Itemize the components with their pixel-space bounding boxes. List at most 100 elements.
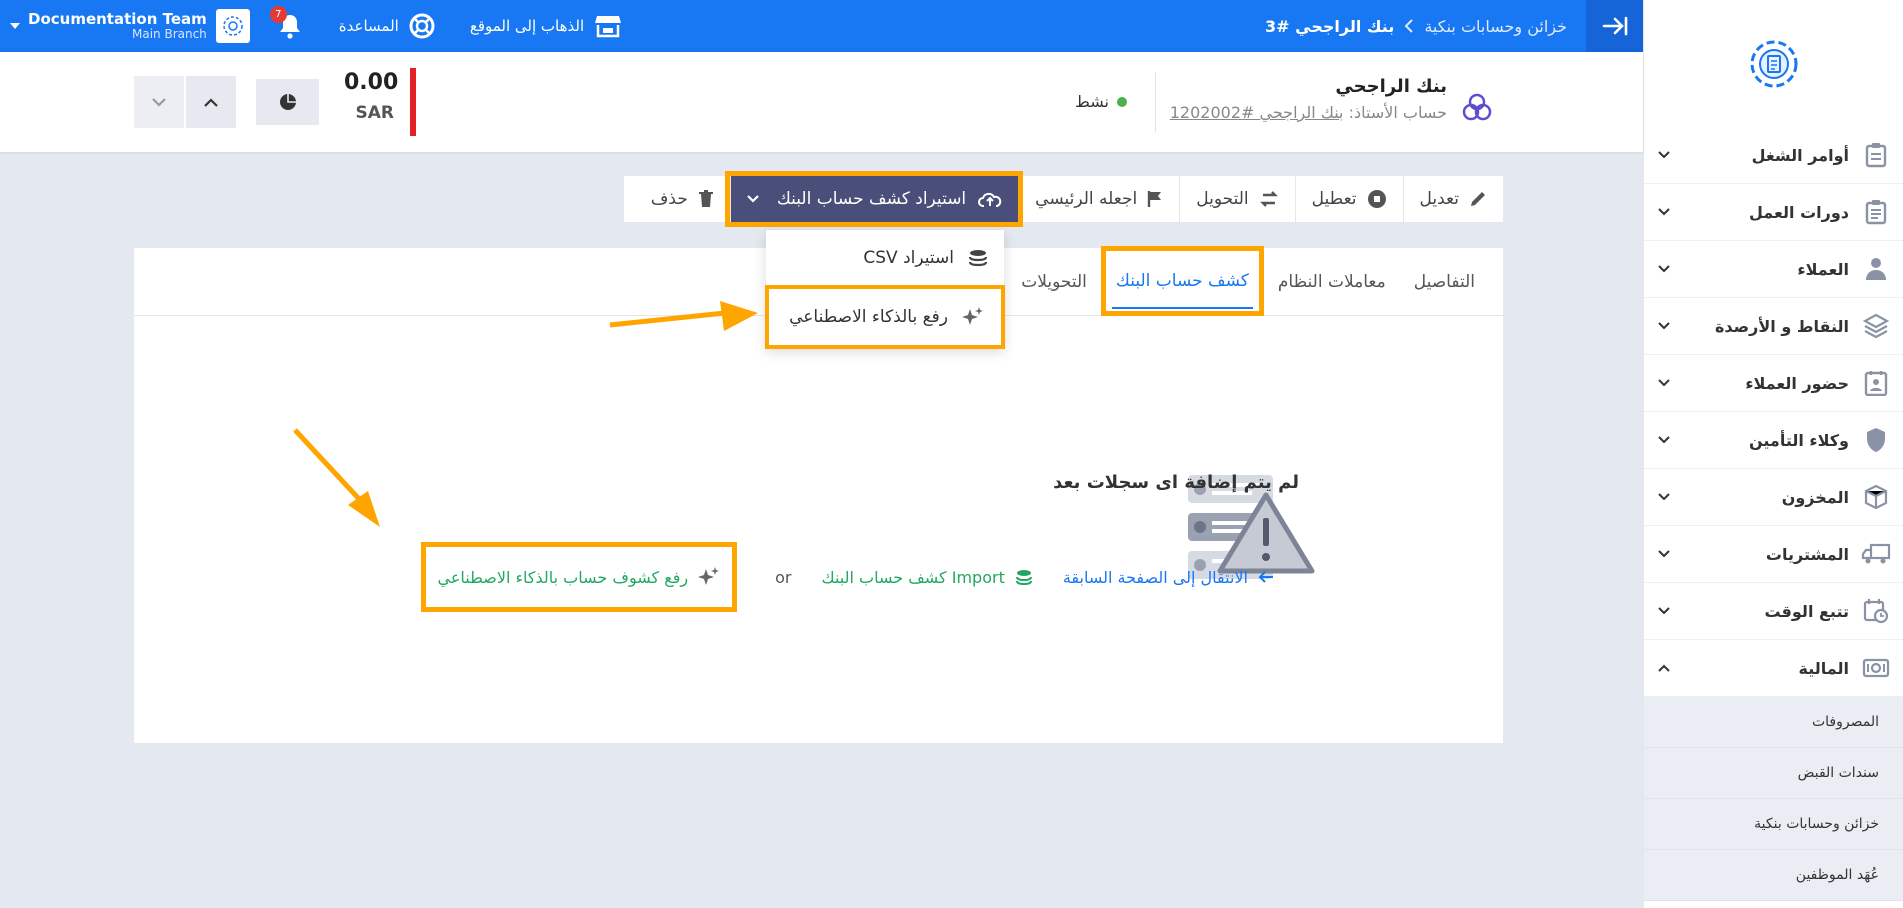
help-label: المساعدة — [338, 17, 399, 35]
sidebar-subitem-employee-custody[interactable]: عُهَد الموظفين — [1644, 850, 1903, 901]
arrow-right-icon — [1602, 16, 1627, 36]
help-link[interactable]: المساعدة — [339, 13, 435, 39]
sidebar-item-label: دورات العمل — [1748, 202, 1849, 222]
chevron-left-icon — [1404, 19, 1414, 33]
chevron-down-icon — [1658, 208, 1670, 216]
top-bar-actions: Documentation Team Main Branch 7 المساعد… — [0, 0, 622, 52]
notification-count-badge: 7 — [269, 6, 287, 23]
disable-label: تعطيل — [1311, 189, 1357, 209]
status-dot — [1116, 96, 1127, 107]
notifications-button[interactable]: 7 — [269, 6, 304, 40]
chevron-down-icon — [1658, 379, 1670, 387]
team-name: Documentation Team — [28, 9, 207, 28]
previous-record-button[interactable] — [186, 76, 236, 128]
sidebar-item-work-orders[interactable]: أوامر الشغل — [1644, 127, 1903, 184]
sidebar-item-finance[interactable]: المالية — [1644, 640, 1903, 697]
sidebar-item-workflows[interactable]: دورات العمل — [1644, 184, 1903, 241]
sidebar-item-clients[interactable]: العملاء — [1644, 241, 1903, 298]
sidebar-subitem-treasuries[interactable]: خزائن وحسابات بنكية — [1644, 799, 1903, 850]
empty-state-title: لم يتم إضافة اى سجلات بعد — [1053, 472, 1299, 493]
sidebar-item-attendance[interactable]: حضور العملاء — [1644, 355, 1903, 412]
store-icon — [595, 16, 622, 38]
ai-upload-label: رفع بالذكاء الاصطناعي — [789, 307, 948, 327]
chevron-down-icon — [1658, 265, 1670, 273]
user-icon — [1866, 258, 1886, 280]
sidebar-item-insurance[interactable]: وكلاء التأمين — [1644, 412, 1903, 469]
sidebar-item-points[interactable]: النقاط و الأرصدة — [1644, 298, 1903, 355]
sidebar-item-label: تتبع الوقت — [1764, 601, 1849, 621]
sidebar-toggle-button[interactable] — [1586, 0, 1643, 52]
empty-state-actions: الانتقال إلى الصفحة السابقة Import كشف ح… — [284, 542, 1284, 612]
gear-logo-icon — [223, 16, 243, 36]
clipboard-list-icon — [1865, 200, 1887, 225]
sidebar-subitem-expenses[interactable]: المصروفات — [1644, 697, 1903, 748]
branch-switcher[interactable]: Documentation Team Main Branch — [0, 9, 250, 43]
delete-button[interactable]: حذف — [635, 176, 730, 222]
sidebar-item-label: حضور العملاء — [1745, 373, 1849, 393]
finance-submenu: المصروفات سندات القبض خزائن وحسابات بنكي… — [1644, 697, 1903, 901]
import-csv-label: استيراد CSV — [863, 248, 954, 268]
status-indicator: نشط — [1075, 92, 1127, 111]
clipboard-icon — [1865, 143, 1887, 168]
balance-indicator-bar — [410, 68, 416, 136]
chevron-up-icon — [1658, 664, 1670, 672]
go-back-link[interactable]: الانتقال إلى الصفحة السابقة — [1063, 568, 1274, 587]
chevron-down-icon — [1658, 151, 1670, 159]
ai-upload-option[interactable]: رفع بالذكاء الاصطناعي — [765, 285, 1005, 349]
pie-chart-icon — [279, 94, 296, 110]
chart-button[interactable] — [256, 79, 319, 125]
status-label: نشط — [1075, 92, 1109, 111]
import-statement-link[interactable]: Import كشف حساب البنك — [821, 568, 1032, 587]
account-header: بنك الراجحي حساب الأستاذ: بنك الراجحي #1… — [0, 52, 1643, 152]
pencil-icon — [1471, 192, 1485, 206]
balance-display: 0.00 SAR — [344, 70, 398, 123]
annotation-arrow-empty-state — [293, 428, 380, 527]
box-icon — [1864, 484, 1888, 510]
edit-button[interactable]: تعديل — [1402, 176, 1503, 222]
sidebar-item-label: أوامر الشغل — [1751, 145, 1849, 165]
flag-icon — [1148, 191, 1162, 207]
sparkles-icon — [962, 307, 983, 325]
money-icon — [1862, 658, 1890, 678]
coins-stack-icon — [968, 250, 988, 267]
top-bar: خزائن وحسابات بنكية بنك الراجحي #3 Docum… — [0, 0, 1643, 52]
chevron-down-icon — [747, 195, 759, 203]
sidebar-item-purchases[interactable]: المشتريات — [1644, 526, 1903, 583]
next-record-button[interactable] — [134, 76, 184, 128]
import-dropdown-menu: استيراد CSV رفع بالذكاء الاصطناعي — [765, 230, 1005, 349]
edit-label: تعديل — [1419, 189, 1459, 209]
cloud-upload-icon — [978, 192, 1002, 207]
go-to-site-link[interactable]: الذهاب إلى الموقع — [470, 14, 622, 38]
ledger-account: حساب الأستاذ: بنك الراجحي #1202002 — [1170, 103, 1447, 122]
disable-button[interactable]: تعطيل — [1294, 176, 1403, 222]
sidebar-item-time-tracking[interactable]: تتبع الوقت — [1644, 583, 1903, 640]
make-primary-button[interactable]: اجعله الرئيسي — [1018, 176, 1179, 222]
app-logo[interactable] — [1644, 0, 1903, 127]
arrow-left-icon — [1258, 571, 1273, 583]
sidebar-item-inventory[interactable]: المخزون — [1644, 469, 1903, 526]
go-to-site-label: الذهاب إلى الموقع — [469, 17, 585, 35]
coins-stack-icon — [1015, 570, 1032, 585]
breadcrumb-parent-link[interactable]: خزائن وحسابات بنكية — [1424, 17, 1567, 36]
import-statement-button[interactable]: استيراد كشف حساب البنك — [724, 171, 1024, 227]
breadcrumb-current: بنك الراجحي #3 — [1265, 16, 1395, 36]
ai-upload-statements-link[interactable]: رفع كشوف حساب بالذكاء الاصطناعي — [420, 542, 738, 612]
chevron-down-icon — [1658, 436, 1670, 444]
sidebar-subitem-receipts[interactable]: سندات القبض — [1644, 748, 1903, 799]
layers-icon — [1863, 313, 1889, 339]
transfer-button[interactable]: التحويل — [1179, 176, 1294, 222]
action-toolbar: تعديل تعطيل التحويل اجعله الرئيسي استيرا… — [624, 171, 1503, 227]
chevron-down-icon — [1658, 322, 1670, 330]
annotation-arrow-dropdown — [609, 301, 758, 331]
trash-icon — [698, 190, 713, 207]
sidebar-item-label: المالية — [1798, 658, 1849, 678]
sidebar-item-label: المشتريات — [1765, 544, 1849, 564]
bank-info: بنك الراجحي حساب الأستاذ: بنك الراجحي #1… — [1170, 76, 1493, 124]
sidebar-item-label: النقاط و الأرصدة — [1714, 316, 1849, 336]
company-logo — [215, 9, 250, 43]
import-statement-label: استيراد كشف حساب البنك — [776, 189, 967, 209]
ledger-account-link[interactable]: بنك الراجحي #1202002 — [1170, 103, 1344, 122]
sidebar-item-label: العملاء — [1797, 259, 1849, 279]
import-csv-option[interactable]: استيراد CSV — [766, 230, 1004, 286]
breadcrumb: خزائن وحسابات بنكية بنك الراجحي #3 — [1265, 0, 1567, 52]
